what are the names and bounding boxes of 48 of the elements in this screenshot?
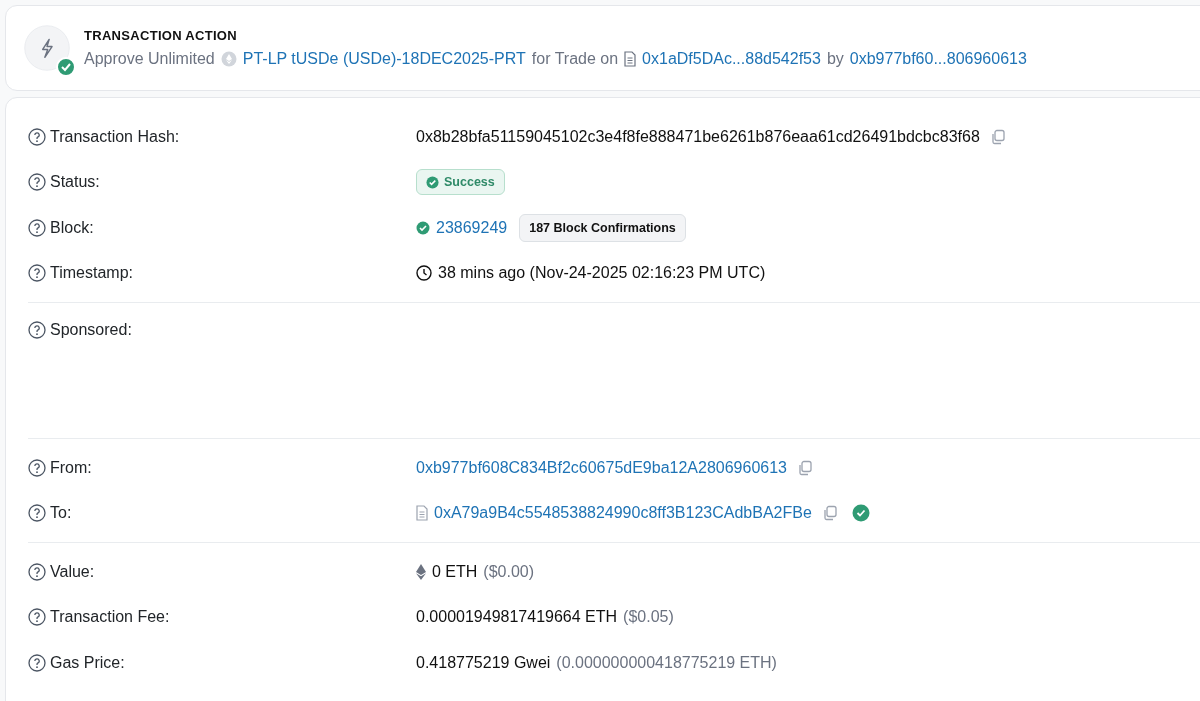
field-label: Timestamp: <box>50 264 133 283</box>
block-link[interactable]: 23869249 <box>436 218 508 237</box>
converted-value: (0.000000000418775219 ETH) <box>556 653 777 672</box>
ethereum-icon <box>416 563 426 580</box>
field-label: From: <box>50 458 92 477</box>
help-icon[interactable] <box>28 264 46 283</box>
timestamp-value: 38 mins ago (Nov-24-2025 02:16:23 PM UTC) <box>438 264 766 283</box>
section-title: TRANSACTION ACTION <box>84 28 238 43</box>
amount-value: 0.00001949817419664 ETH <box>416 608 618 627</box>
help-icon[interactable] <box>28 321 46 339</box>
address-link[interactable]: 0xb977bf608C834Bf2c60675dE9ba12A2806960613 <box>416 458 787 477</box>
help-icon[interactable] <box>28 504 46 523</box>
field-label: Block: <box>50 218 94 237</box>
document-icon <box>624 51 637 67</box>
field-label: Value: <box>50 562 95 581</box>
field-label: Transaction Hash: <box>50 127 180 146</box>
status-badge: Success <box>416 169 505 196</box>
amount-value: 0.418775219 Gwei <box>416 653 551 672</box>
help-icon[interactable] <box>28 608 46 627</box>
amount-value: 0 ETH <box>432 562 478 581</box>
contract-link[interactable]: 0x1aDf5DAc...88d542f53 <box>642 50 821 68</box>
help-icon[interactable] <box>28 458 46 477</box>
action-text: for Trade on <box>531 50 619 68</box>
field-label: Gas Price: <box>50 653 125 672</box>
field-label: Sponsored: <box>50 321 132 339</box>
confirmations-badge: 187 Block Confirmations <box>519 213 686 242</box>
document-icon <box>416 505 428 522</box>
address-link[interactable]: 0xb977bf60...806960613 <box>849 50 1027 68</box>
converted-value: ($0.00) <box>483 562 535 581</box>
token-link[interactable]: PT-LP tUSDe (USDe)-18DEC2025-PRT <box>242 50 526 68</box>
action-text: Approve Unlimited <box>84 50 215 68</box>
hash-value: 0x8b28bfa51159045102c3e4f8fe888471be6261b876eaa61cd26491bdcbc83f68 <box>416 127 980 146</box>
converted-value: ($0.05) <box>623 608 674 627</box>
check-icon <box>416 220 430 235</box>
field-label: To: <box>50 504 72 523</box>
help-icon[interactable] <box>28 127 46 146</box>
lightning-icon <box>24 25 70 71</box>
help-icon[interactable] <box>28 173 46 192</box>
field-label: Transaction Fee: <box>50 608 170 627</box>
contract-link[interactable]: 0xA79a9B4c5548538824990c8ff3B123CAdbBA2FBe <box>434 504 812 523</box>
help-icon[interactable] <box>28 653 46 672</box>
check-icon <box>426 175 439 189</box>
field-label: Status: <box>50 173 100 192</box>
action-text: by <box>826 50 844 68</box>
help-icon[interactable] <box>28 562 46 581</box>
help-icon[interactable] <box>28 218 46 237</box>
token-icon <box>220 51 237 67</box>
clock-icon <box>416 265 432 282</box>
